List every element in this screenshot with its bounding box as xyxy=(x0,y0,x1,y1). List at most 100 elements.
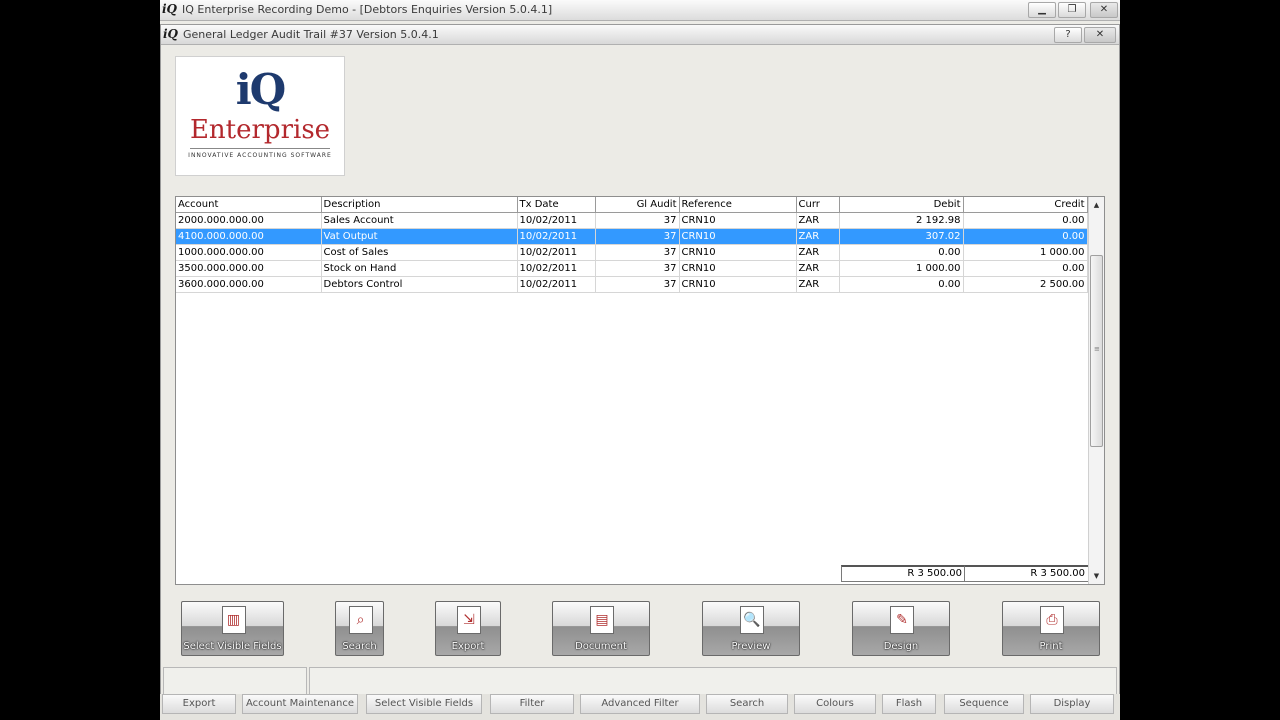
cell-curr: ZAR xyxy=(796,228,840,245)
cell-account: 2000.000.000.00 xyxy=(176,212,322,229)
restore-button[interactable]: ❐ xyxy=(1058,2,1086,18)
fkey-search-button[interactable]: Search xyxy=(706,694,788,714)
main-window-title: IQ Enterprise Recording Demo - [Debtors … xyxy=(182,3,553,16)
audit-window-title: General Ledger Audit Trail #37 Version 5… xyxy=(183,28,439,41)
fkey-account-maintenance-button[interactable]: Account Maintenance xyxy=(242,694,358,714)
column-header-gl-audit[interactable]: Gl Audit xyxy=(595,197,680,213)
fkey-advanced-filter-button[interactable]: Advanced Filter xyxy=(580,694,700,714)
audit-grid[interactable]: Account Description Tx Date Gl Audit Ref… xyxy=(175,196,1105,585)
table-row[interactable]: 1000.000.000.00 Cost of Sales 10/02/2011… xyxy=(176,244,1088,261)
cell-account: 3500.000.000.00 xyxy=(176,260,322,277)
preview-button[interactable]: 🔍 Preview xyxy=(702,601,800,656)
fkey-filter-button[interactable]: Filter xyxy=(490,694,574,714)
fkey-select-visible-fields-button[interactable]: Select Visible Fields xyxy=(366,694,482,714)
company-logo: iQ Enterprise INNOVATIVE ACCOUNTING SOFT… xyxy=(175,56,345,176)
fkey-flash-button[interactable]: Flash xyxy=(882,694,936,714)
vertical-scrollbar[interactable]: ▲ ≡ ▼ xyxy=(1088,197,1104,584)
audit-trail-window: iQ General Ledger Audit Trail #37 Versio… xyxy=(160,24,1120,698)
select-visible-fields-button[interactable]: ▥ Select Visible Fields xyxy=(181,601,284,656)
column-header-tx-date[interactable]: Tx Date xyxy=(517,197,596,213)
cell-credit: 2 500.00 xyxy=(963,276,1088,293)
cell-credit: 0.00 xyxy=(963,228,1088,245)
column-header-credit[interactable]: Credit xyxy=(963,197,1088,213)
minimize-button[interactable]: ▁ xyxy=(1028,2,1056,18)
cell-reference: CRN10 xyxy=(679,212,797,229)
logo-tagline: INNOVATIVE ACCOUNTING SOFTWARE xyxy=(188,152,332,159)
scroll-thumb[interactable]: ≡ xyxy=(1090,255,1103,447)
restore-icon: ❐ xyxy=(1067,4,1077,15)
search-button[interactable]: ⌕ Search xyxy=(335,601,384,656)
cell-account: 1000.000.000.00 xyxy=(176,244,322,261)
cell-account: 4100.000.000.00 xyxy=(176,228,322,245)
close-icon: ✕ xyxy=(1095,29,1105,40)
scroll-up-arrow-icon[interactable]: ▲ xyxy=(1089,198,1104,212)
table-row[interactable]: 3500.000.000.00 Stock on Hand 10/02/2011… xyxy=(176,260,1088,277)
printer-icon: ⎙ xyxy=(1040,606,1064,634)
logo-divider xyxy=(190,148,330,149)
table-row[interactable]: 2000.000.000.00 Sales Account 10/02/2011… xyxy=(176,212,1088,229)
fkey-display-button[interactable]: Display xyxy=(1030,694,1114,714)
print-button[interactable]: ⎙ Print xyxy=(1002,601,1100,656)
cell-curr: ZAR xyxy=(796,260,840,277)
cell-debit: 2 192.98 xyxy=(839,212,964,229)
cell-gl-audit: 37 xyxy=(595,228,680,245)
cell-account: 3600.000.000.00 xyxy=(176,276,322,293)
close-icon: ✕ xyxy=(1099,4,1109,15)
debit-total: R 3 500.00 xyxy=(841,565,966,582)
table-row-selected[interactable]: 4100.000.000.00 Vat Output 10/02/2011 37… xyxy=(176,228,1088,245)
cell-description: Stock on Hand xyxy=(321,260,518,277)
cell-tx-date: 10/02/2011 xyxy=(517,276,596,293)
cell-description: Sales Account xyxy=(321,212,518,229)
audit-table: Account Description Tx Date Gl Audit Ref… xyxy=(176,197,1088,293)
cell-gl-audit: 37 xyxy=(595,260,680,277)
cell-curr: ZAR xyxy=(796,212,840,229)
design-icon: ✎ xyxy=(890,606,914,634)
cell-gl-audit: 37 xyxy=(595,244,680,261)
cell-gl-audit: 37 xyxy=(595,212,680,229)
table-row[interactable]: 3600.000.000.00 Debtors Control 10/02/20… xyxy=(176,276,1088,293)
cell-gl-audit: 37 xyxy=(595,276,680,293)
audit-title-bar[interactable]: iQ General Ledger Audit Trail #37 Versio… xyxy=(161,25,1119,45)
help-icon: ? xyxy=(1065,29,1071,40)
cell-description: Cost of Sales xyxy=(321,244,518,261)
table-header-row: Account Description Tx Date Gl Audit Ref… xyxy=(176,197,1088,213)
app-logo-icon: iQ xyxy=(163,27,179,41)
cell-tx-date: 10/02/2011 xyxy=(517,212,596,229)
credit-total: R 3 500.00 xyxy=(964,565,1089,582)
column-header-account[interactable]: Account xyxy=(176,197,322,213)
document-button[interactable]: ▤ Document xyxy=(552,601,650,656)
preview-icon: 🔍 xyxy=(740,606,764,634)
logo-iq-text: iQ xyxy=(235,65,287,114)
cell-description: Vat Output xyxy=(321,228,518,245)
cell-tx-date: 10/02/2011 xyxy=(517,228,596,245)
column-header-reference[interactable]: Reference xyxy=(679,197,797,213)
scroll-down-arrow-icon[interactable]: ▼ xyxy=(1089,569,1104,583)
cell-debit: 0.00 xyxy=(839,276,964,293)
column-header-description[interactable]: Description xyxy=(321,197,518,213)
cell-tx-date: 10/02/2011 xyxy=(517,244,596,261)
main-title-bar[interactable]: iQ IQ Enterprise Recording Demo - [Debto… xyxy=(160,0,1120,21)
help-button[interactable]: ? xyxy=(1054,27,1082,43)
cell-reference: CRN10 xyxy=(679,244,797,261)
design-button[interactable]: ✎ Design xyxy=(852,601,950,656)
fkey-colours-button[interactable]: Colours xyxy=(794,694,876,714)
logo-enterprise-text: Enterprise xyxy=(189,115,331,145)
export-icon: ⇲ xyxy=(457,606,481,634)
column-header-curr[interactable]: Curr xyxy=(796,197,840,213)
fkey-sequence-button[interactable]: Sequence xyxy=(944,694,1024,714)
columns-icon: ▥ xyxy=(221,606,246,634)
cell-debit: 0.00 xyxy=(839,244,964,261)
close-main-button[interactable]: ✕ xyxy=(1090,2,1118,18)
app-logo-icon: iQ xyxy=(162,2,178,16)
fkey-export-button[interactable]: Export xyxy=(162,694,236,714)
export-button[interactable]: ⇲ Export xyxy=(435,601,501,656)
close-audit-button[interactable]: ✕ xyxy=(1084,27,1116,43)
function-key-bar: Export Account Maintenance Select Visibl… xyxy=(160,694,1120,720)
cell-credit: 0.00 xyxy=(963,260,1088,277)
column-header-debit[interactable]: Debit xyxy=(839,197,964,213)
cell-reference: CRN10 xyxy=(679,276,797,293)
cell-credit: 0.00 xyxy=(963,212,1088,229)
cell-curr: ZAR xyxy=(796,276,840,293)
cell-curr: ZAR xyxy=(796,244,840,261)
cell-credit: 1 000.00 xyxy=(963,244,1088,261)
